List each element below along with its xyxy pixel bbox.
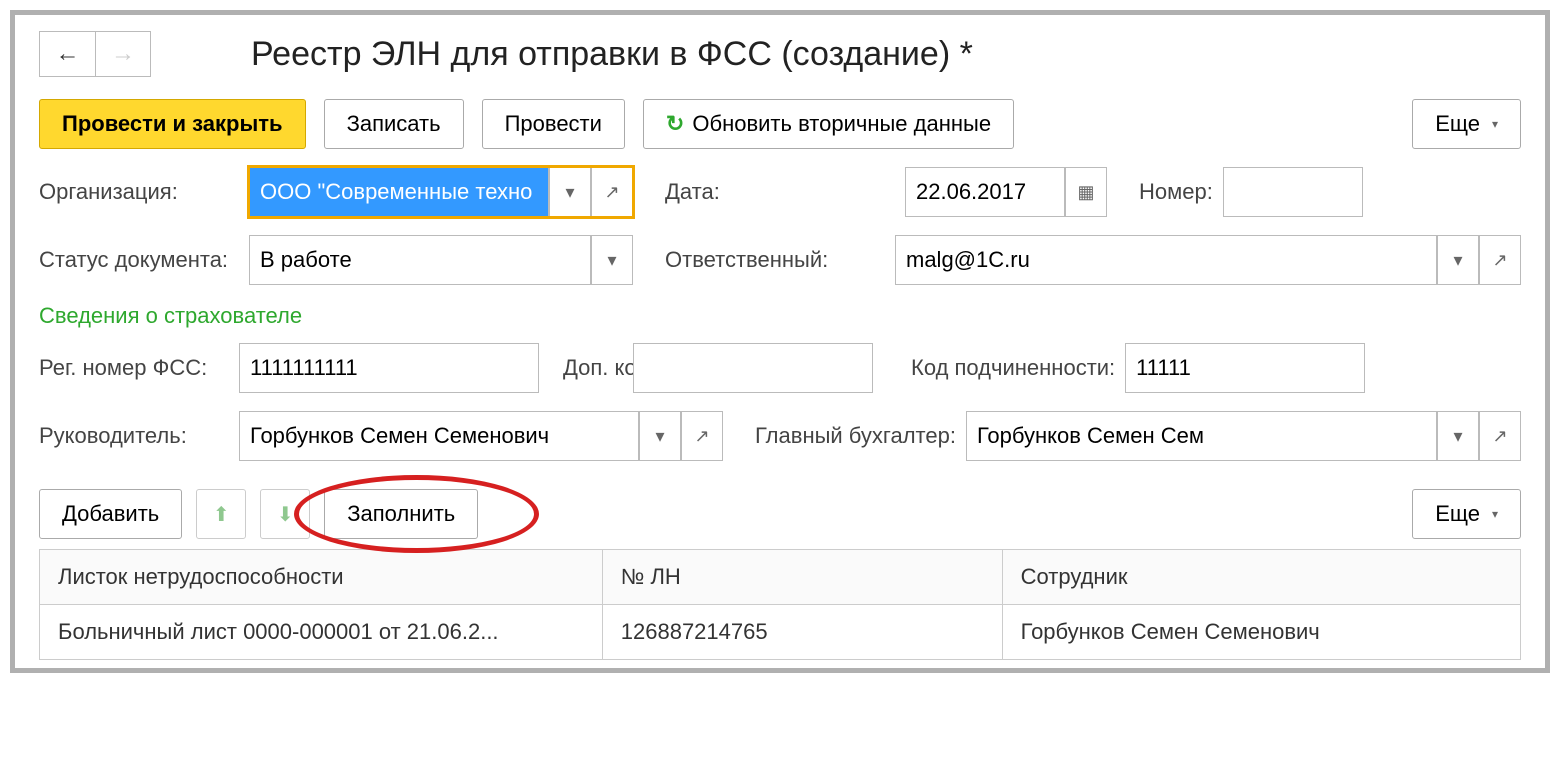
- reg-input[interactable]: [239, 343, 539, 393]
- chevron-down-icon: ▾: [1492, 117, 1498, 131]
- main-toolbar: Провести и закрыть Записать Провести ↻ О…: [15, 87, 1545, 167]
- responsible-label: Ответственный:: [665, 247, 885, 273]
- chevron-down-icon: ▾: [565, 182, 574, 203]
- open-icon: ↗: [1492, 250, 1507, 271]
- dop-input[interactable]: [633, 343, 873, 393]
- more-label: Еще: [1435, 111, 1480, 137]
- col-sick-leave[interactable]: Листок нетрудоспособности: [40, 550, 603, 605]
- dop-label: Доп. код:: [563, 355, 623, 381]
- chevron-down-icon: ▾: [1453, 250, 1462, 271]
- more-label: Еще: [1435, 501, 1480, 527]
- cell-ln-number: 126887214765: [602, 605, 1002, 660]
- status-label: Статус документа:: [39, 247, 239, 273]
- date-input-group: ▦: [905, 167, 1107, 217]
- open-icon: ↗: [1492, 426, 1507, 447]
- manager-dropdown-button[interactable]: ▾: [639, 411, 681, 461]
- move-down-button[interactable]: ⬇: [260, 489, 310, 539]
- chevron-down-icon: ▾: [655, 426, 664, 447]
- chevron-down-icon: ▾: [607, 250, 616, 271]
- col-employee[interactable]: Сотрудник: [1002, 550, 1520, 605]
- open-icon: ↗: [694, 426, 709, 447]
- chevron-down-icon: ▾: [1453, 426, 1462, 447]
- org-input[interactable]: [249, 167, 549, 217]
- calendar-icon: ▦: [1077, 182, 1094, 203]
- accountant-input[interactable]: [966, 411, 1437, 461]
- org-input-group: ▾ ↗: [249, 167, 633, 217]
- header: ← → Реестр ЭЛН для отправки в ФСС (созда…: [15, 15, 1545, 87]
- arrow-left-icon: ←: [56, 40, 80, 68]
- post-and-close-button[interactable]: Провести и закрыть: [39, 99, 306, 149]
- table-header-row: Листок нетрудоспособности № ЛН Сотрудник: [40, 550, 1521, 605]
- insurer-section-title: Сведения о страхователе: [15, 303, 1545, 329]
- accountant-label: Главный бухгалтер:: [755, 423, 956, 449]
- responsible-dropdown-button[interactable]: ▾: [1437, 235, 1479, 285]
- chevron-down-icon: ▾: [1492, 507, 1498, 521]
- date-input[interactable]: [905, 167, 1065, 217]
- status-input[interactable]: [249, 235, 591, 285]
- more-button[interactable]: Еще ▾: [1412, 99, 1521, 149]
- nav-buttons: ← →: [39, 31, 151, 77]
- table-more-button[interactable]: Еще ▾: [1412, 489, 1521, 539]
- sub-label: Код подчиненности:: [911, 355, 1115, 381]
- accountant-open-button[interactable]: ↗: [1479, 411, 1521, 461]
- table-toolbar: Добавить ⬆ ⬇ Заполнить Еще ▾: [15, 479, 1545, 549]
- refresh-label: Обновить вторичные данные: [692, 111, 991, 137]
- forward-button[interactable]: →: [95, 31, 151, 77]
- fill-button-wrap: Заполнить: [324, 489, 478, 539]
- number-input[interactable]: [1223, 167, 1363, 217]
- cell-sick-leave: Больничный лист 0000-000001 от 21.06.2..…: [40, 605, 603, 660]
- col-ln-number[interactable]: № ЛН: [602, 550, 1002, 605]
- move-up-button[interactable]: ⬆: [196, 489, 246, 539]
- arrow-up-icon: ⬆: [213, 502, 230, 527]
- org-label: Организация:: [39, 179, 239, 205]
- form-section: Организация: ▾ ↗ Дата: ▦ Номер: Статус д…: [15, 167, 1545, 285]
- number-label: Номер:: [1139, 179, 1213, 205]
- responsible-input-group: ▾ ↗: [895, 235, 1521, 285]
- sub-input[interactable]: [1125, 343, 1365, 393]
- responsible-open-button[interactable]: ↗: [1479, 235, 1521, 285]
- fill-button[interactable]: Заполнить: [324, 489, 478, 539]
- manager-label: Руководитель:: [39, 423, 229, 449]
- date-picker-button[interactable]: ▦: [1065, 167, 1107, 217]
- save-button[interactable]: Записать: [324, 99, 464, 149]
- post-button[interactable]: Провести: [482, 99, 625, 149]
- reg-label: Рег. номер ФСС:: [39, 355, 229, 381]
- open-icon: ↗: [604, 182, 619, 203]
- date-label: Дата:: [665, 179, 745, 205]
- cell-employee: Горбунков Семен Семенович: [1002, 605, 1520, 660]
- window-frame: ← → Реестр ЭЛН для отправки в ФСС (созда…: [10, 10, 1550, 673]
- back-button[interactable]: ←: [39, 31, 95, 77]
- status-dropdown-button[interactable]: ▾: [591, 235, 633, 285]
- table-row[interactable]: Больничный лист 0000-000001 от 21.06.2..…: [40, 605, 1521, 660]
- manager-open-button[interactable]: ↗: [681, 411, 723, 461]
- page-title: Реестр ЭЛН для отправки в ФСС (создание)…: [251, 35, 973, 74]
- manager-input[interactable]: [239, 411, 639, 461]
- refresh-icon: ↻: [666, 111, 684, 137]
- manager-input-group: ▾ ↗: [239, 411, 723, 461]
- refresh-button[interactable]: ↻ Обновить вторичные данные: [643, 99, 1014, 149]
- org-dropdown-button[interactable]: ▾: [549, 167, 591, 217]
- org-open-button[interactable]: ↗: [591, 167, 633, 217]
- accountant-input-group: ▾ ↗: [966, 411, 1521, 461]
- arrow-right-icon: →: [111, 40, 135, 68]
- data-table: Листок нетрудоспособности № ЛН Сотрудник…: [39, 549, 1521, 660]
- accountant-dropdown-button[interactable]: ▾: [1437, 411, 1479, 461]
- arrow-down-icon: ⬇: [277, 502, 294, 527]
- table-wrap: Листок нетрудоспособности № ЛН Сотрудник…: [15, 549, 1545, 660]
- add-button[interactable]: Добавить: [39, 489, 182, 539]
- responsible-input[interactable]: [895, 235, 1437, 285]
- insurer-section: Рег. номер ФСС: Доп. код: Код подчиненно…: [15, 343, 1545, 461]
- status-input-group: ▾: [249, 235, 633, 285]
